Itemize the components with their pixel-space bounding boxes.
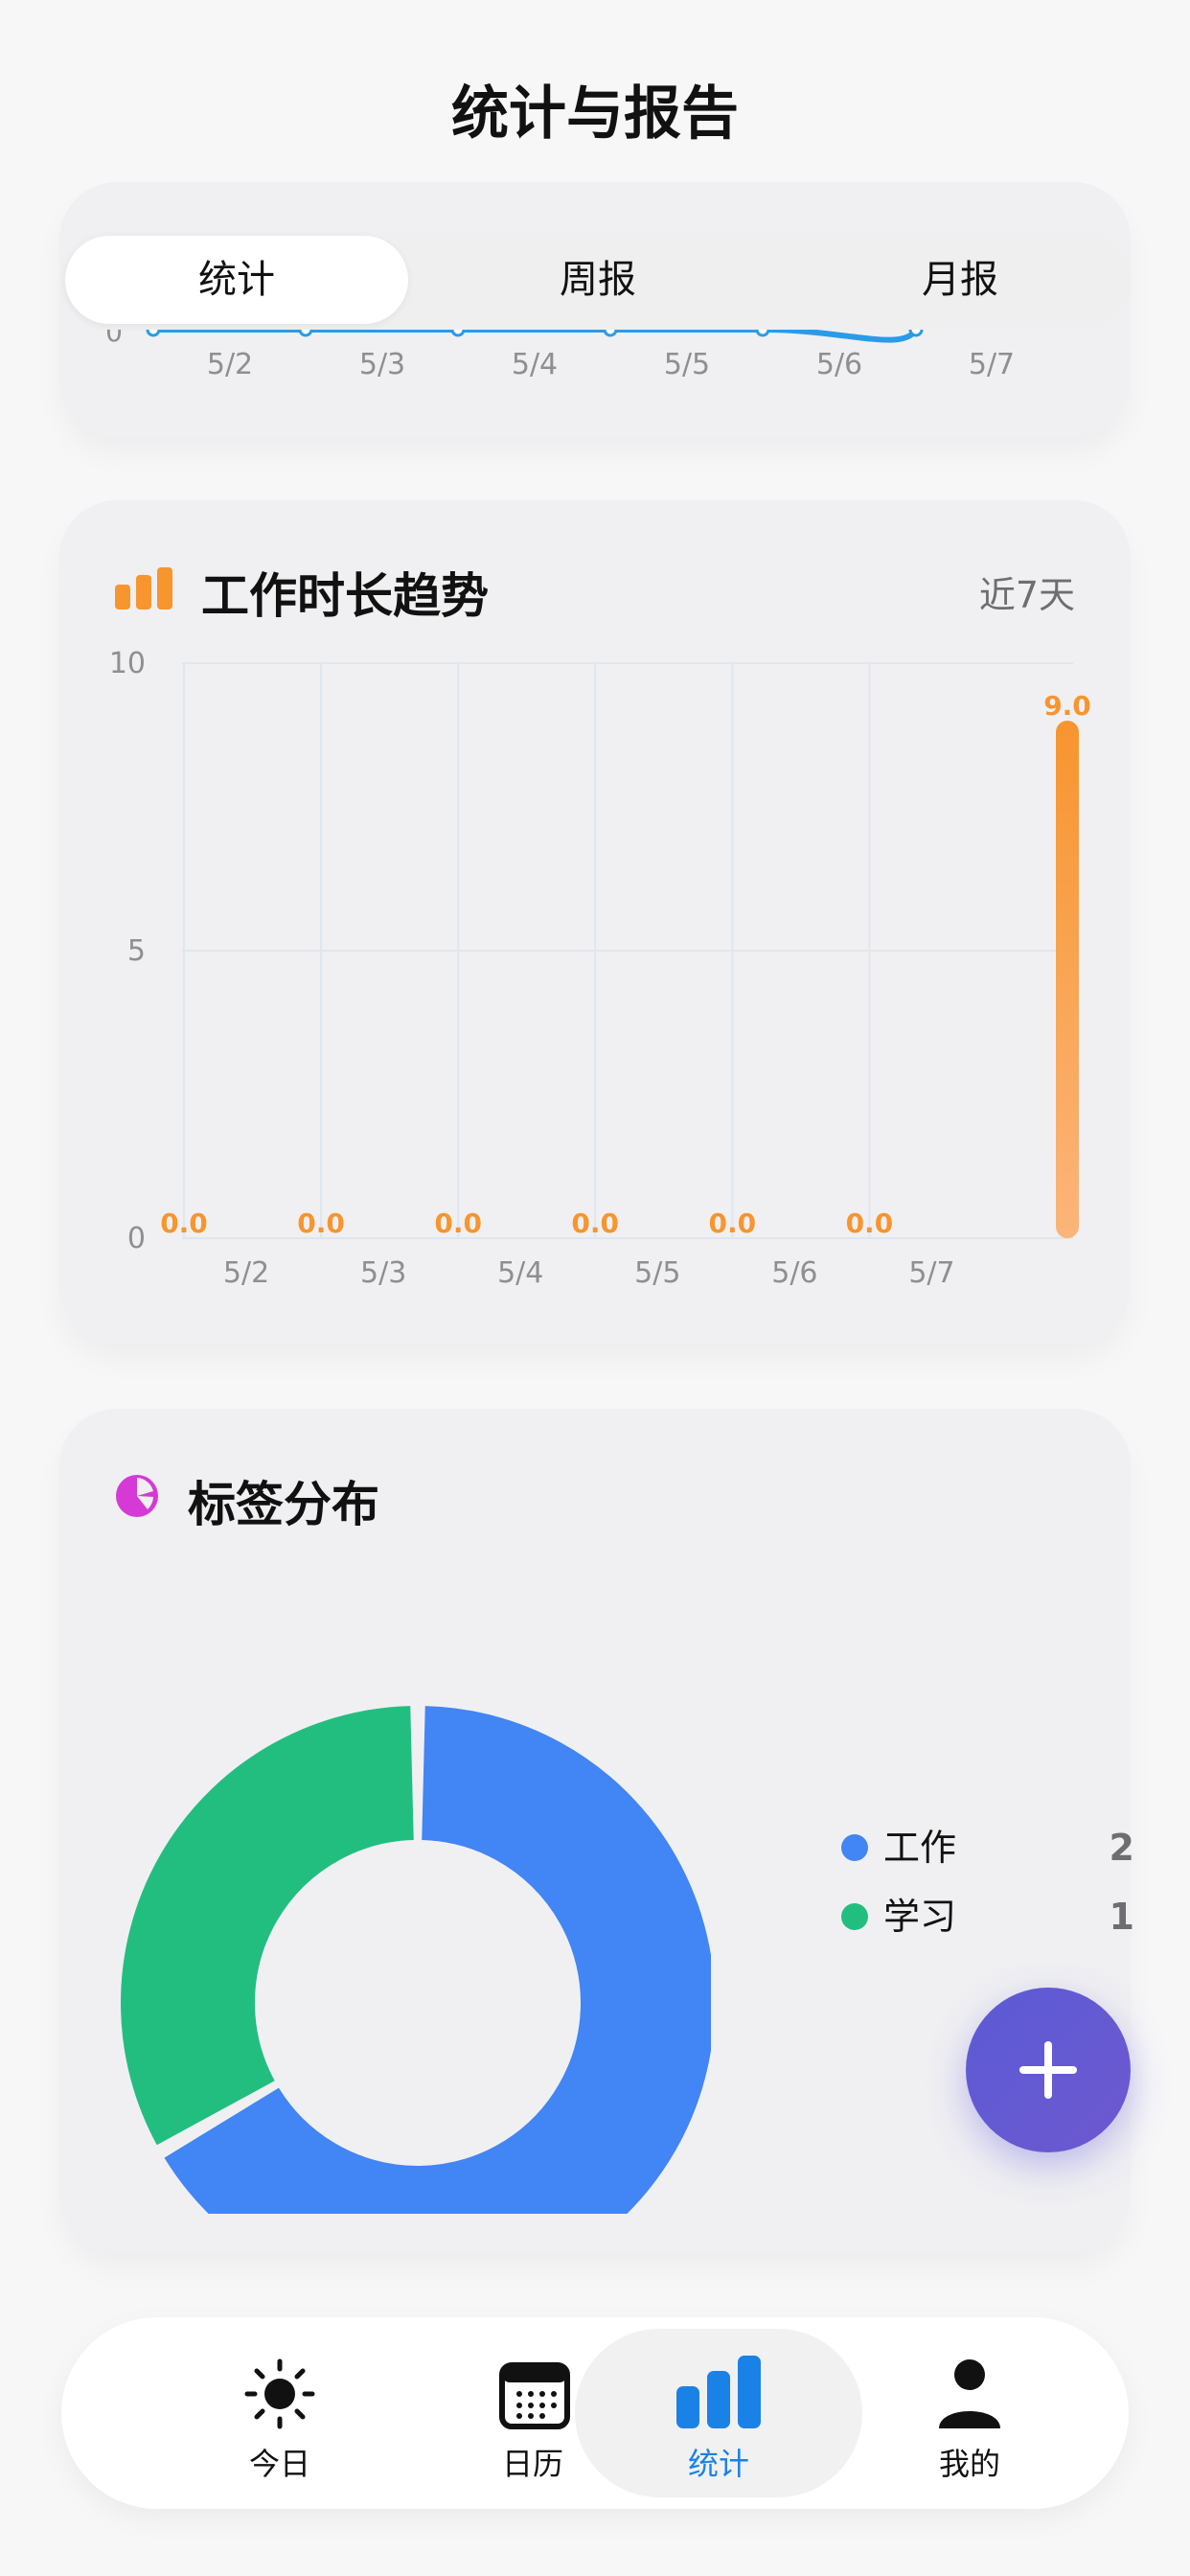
bar — [1056, 721, 1079, 1238]
bar-value-label: 0.0 — [709, 1208, 757, 1239]
x-tick-label: 5/2 — [223, 1256, 269, 1286]
pie-chart-icon — [116, 1475, 158, 1517]
calendar-icon — [499, 2362, 570, 2429]
x-tick-label: 5/6 — [771, 1256, 817, 1286]
legend-item-work: 工作 2 — [841, 1819, 1134, 1876]
x-tick-label: 5/5 — [634, 1256, 680, 1286]
tab-label: 我的 — [938, 2446, 1000, 2482]
tab-me[interactable]: 我的 — [845, 2317, 1094, 2509]
legend-value: 1 — [1109, 1896, 1134, 1938]
y-tick-label: 0 — [127, 1222, 146, 1255]
bottom-tab-bar: 今日 日历 统计 我的 — [61, 2317, 1129, 2509]
bar-value-label: 9.0 — [1043, 690, 1091, 722]
tab-stats[interactable]: 统计 — [594, 2317, 843, 2509]
tag-donut-chart — [121, 1706, 711, 2214]
x-tick-label: 5/5 — [664, 348, 710, 381]
donut-slice — [121, 1706, 416, 2146]
segmented-control: 统计 周报 月报 — [59, 230, 1131, 330]
add-button[interactable] — [966, 1988, 1131, 2152]
legend-label: 学习 — [883, 1896, 957, 1938]
tag-distribution-title: 标签分布 — [188, 1477, 379, 1532]
y-tick-label: 10 — [109, 647, 146, 680]
sun-icon — [244, 2358, 315, 2429]
y-tick-label: 5 — [127, 934, 146, 968]
tab-label: 统计 — [687, 2446, 749, 2482]
person-icon — [939, 2359, 1000, 2428]
trend-line — [153, 327, 919, 343]
x-tick-label: 5/7 — [969, 348, 1015, 381]
x-tick-label: 5/3 — [359, 348, 405, 381]
segment-stats[interactable]: 统计 — [65, 230, 408, 330]
tab-today[interactable]: 今日 — [155, 2317, 404, 2509]
segment-monthly[interactable]: 月报 — [835, 230, 1085, 330]
legend-dot — [841, 1903, 868, 1930]
legend-item-study: 学习 1 — [841, 1888, 1134, 1945]
x-tick-label: 5/4 — [512, 348, 558, 381]
x-tick-label: 5/3 — [360, 1256, 406, 1286]
x-tick-label: 5/4 — [497, 1256, 543, 1286]
bar-value-label: 0.0 — [571, 1208, 619, 1239]
tag-distribution-card: 标签分布 工作 2 学习 1 — [59, 1409, 1134, 2252]
stats-icon — [676, 2356, 761, 2428]
work-trend-card: 工作时长趋势 近7天 0 5 10 0.0 0.0 0.0 0.0 0.0 0.0 9.0 5/2 5… — [59, 500, 1131, 1344]
bar-value-label: 0.0 — [434, 1208, 482, 1239]
page-title: 统计与报告 — [451, 80, 739, 148]
tab-label: 今日 — [248, 2446, 310, 2482]
x-tick-label: 5/7 — [908, 1256, 954, 1286]
bar-value-label: 0.0 — [297, 1208, 345, 1239]
bar-value-label: 0.0 — [160, 1208, 208, 1239]
x-tick-label: 5/6 — [816, 348, 862, 381]
legend-value: 2 — [1109, 1827, 1134, 1869]
work-bar-chart: 0 5 10 0.0 0.0 0.0 0.0 0.0 0.0 9.0 5/2 5/3 5/4 5/5 5/6… — [109, 647, 1091, 1286]
legend-label: 工作 — [883, 1827, 957, 1869]
x-tick-label: 5/2 — [207, 348, 253, 381]
legend-dot — [841, 1834, 868, 1861]
bar-value-label: 0.0 — [846, 1208, 894, 1239]
segment-weekly[interactable]: 周报 — [473, 230, 722, 330]
